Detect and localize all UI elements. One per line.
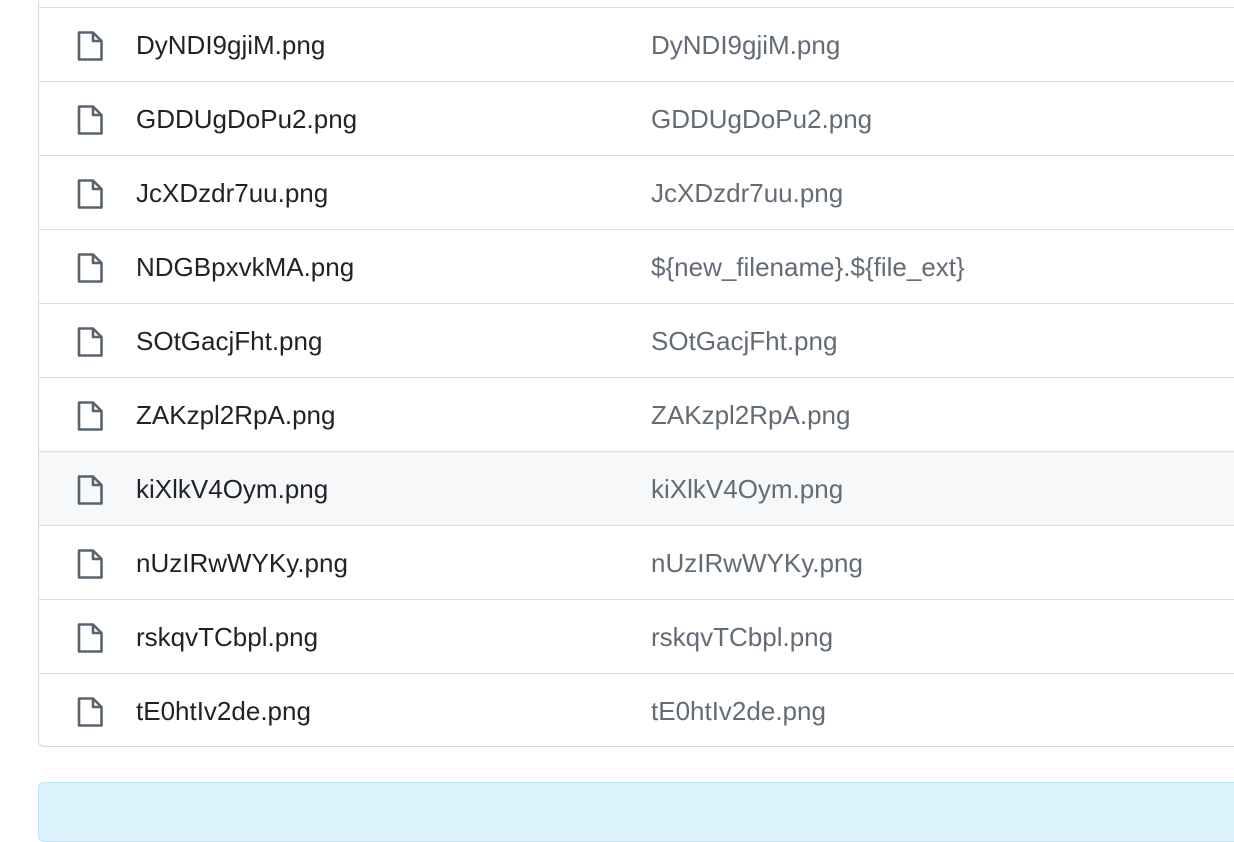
file-icon bbox=[76, 326, 104, 358]
file-name-link[interactable]: DyNDI9gjiM.png bbox=[136, 8, 325, 82]
file-name-link[interactable]: nUzIRwWYKy.png bbox=[136, 526, 348, 600]
file-icon bbox=[76, 178, 104, 210]
commit-message-link[interactable]: tE0htIv2de.png bbox=[651, 674, 826, 746]
file-name-link[interactable]: rskqvTCbpl.png bbox=[136, 600, 318, 674]
file-name-link[interactable]: kiXlkV4Oym.png bbox=[136, 452, 328, 526]
commit-message-link[interactable]: ${new_filename}.${file_ext} bbox=[651, 230, 965, 304]
file-name-link[interactable]: SOtGacjFht.png bbox=[136, 304, 322, 378]
file-icon bbox=[76, 400, 104, 432]
table-row[interactable]: JcXDzdr7uu.png JcXDzdr7uu.png bbox=[39, 155, 1234, 229]
file-icon bbox=[76, 548, 104, 580]
file-name-link[interactable]: tE0htIv2de.png bbox=[136, 674, 311, 746]
file-icon bbox=[76, 104, 104, 136]
table-row[interactable]: tE0htIv2de.png tE0htIv2de.png bbox=[39, 673, 1234, 746]
table-row[interactable]: kiXlkV4Oym.png kiXlkV4Oym.png bbox=[39, 451, 1234, 525]
table-row[interactable]: NDGBpxvkMA.png ${new_filename}.${file_ext… bbox=[39, 229, 1234, 303]
commit-message-link[interactable]: nUzIRwWYKy.png bbox=[651, 526, 863, 600]
commit-message-link[interactable]: GDDUgDoPu2.png bbox=[651, 82, 872, 156]
table-row[interactable]: nUzIRwWYKy.png nUzIRwWYKy.png bbox=[39, 525, 1234, 599]
info-banner bbox=[38, 782, 1234, 842]
file-name-link[interactable]: NDGBpxvkMA.png bbox=[136, 230, 354, 304]
commit-message-link[interactable]: rskqvTCbpl.png bbox=[651, 600, 833, 674]
commit-message-link[interactable]: JcXDzdr7uu.png bbox=[651, 156, 843, 230]
file-name-link[interactable]: GDDUgDoPu2.png bbox=[136, 82, 357, 156]
file-icon bbox=[76, 696, 104, 728]
file-list-table: DyNDI9gjiM.png DyNDI9gjiM.png GDDUgDoPu2.p… bbox=[38, 0, 1234, 747]
commit-message-link[interactable]: DyNDI9gjiM.png bbox=[651, 8, 840, 82]
file-icon bbox=[76, 622, 104, 654]
table-row[interactable]: GDDUgDoPu2.png GDDUgDoPu2.png bbox=[39, 81, 1234, 155]
commit-message-link[interactable]: kiXlkV4Oym.png bbox=[651, 452, 843, 526]
commit-message-link[interactable]: SOtGacjFht.png bbox=[651, 304, 837, 378]
commit-message-link[interactable]: ZAKzpl2RpA.png bbox=[651, 378, 850, 452]
file-name-link[interactable]: JcXDzdr7uu.png bbox=[136, 156, 328, 230]
file-name-link[interactable]: ZAKzpl2RpA.png bbox=[136, 378, 335, 452]
table-row[interactable]: ZAKzpl2RpA.png ZAKzpl2RpA.png bbox=[39, 377, 1234, 451]
table-row[interactable]: DyNDI9gjiM.png DyNDI9gjiM.png bbox=[39, 7, 1234, 81]
table-row[interactable]: SOtGacjFht.png SOtGacjFht.png bbox=[39, 303, 1234, 377]
file-icon bbox=[76, 474, 104, 506]
file-icon bbox=[76, 30, 104, 62]
table-row[interactable]: rskqvTCbpl.png rskqvTCbpl.png bbox=[39, 599, 1234, 673]
file-icon bbox=[76, 252, 104, 284]
